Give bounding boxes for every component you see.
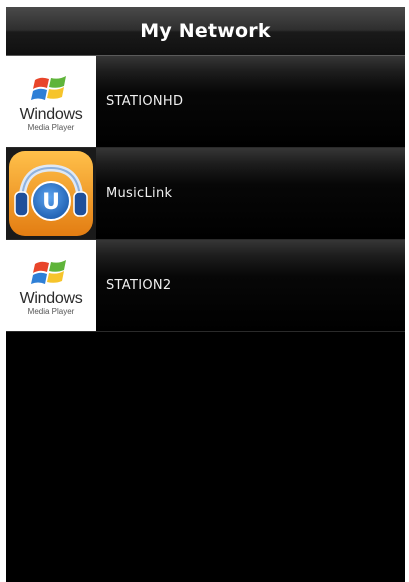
musiclink-headphones-icon: U — [6, 148, 96, 239]
windows-media-player-icon: Windows Media Player — [6, 240, 96, 331]
server-name: STATIONHD — [106, 94, 184, 109]
headphones-icon: U — [9, 151, 93, 236]
page-title: My Network — [140, 20, 271, 42]
server-name: MusicLink — [106, 186, 173, 201]
media-player-logo-text: Media Player — [27, 306, 75, 316]
windows-flag-icon — [31, 75, 66, 100]
windows-logo-text: Windows — [19, 289, 83, 307]
app-screen: My Network Windows Media Player STATIONH… — [6, 7, 405, 582]
media-player-logo-text: Media Player — [27, 122, 75, 132]
server-item-stationhd[interactable]: Windows Media Player STATIONHD — [6, 56, 405, 148]
server-item-musiclink[interactable]: U MusicLink — [6, 148, 405, 240]
musiclink-logo-letter: U — [42, 190, 60, 215]
server-list: Windows Media Player STATIONHD U MusicLi… — [6, 56, 405, 332]
title-bar: My Network — [6, 7, 405, 56]
server-name: STATION2 — [106, 278, 172, 293]
windows-flag-icon — [31, 259, 66, 284]
windows-media-player-icon: Windows Media Player — [6, 56, 96, 147]
windows-logo-text: Windows — [19, 105, 83, 123]
server-item-station2[interactable]: Windows Media Player STATION2 — [6, 240, 405, 332]
